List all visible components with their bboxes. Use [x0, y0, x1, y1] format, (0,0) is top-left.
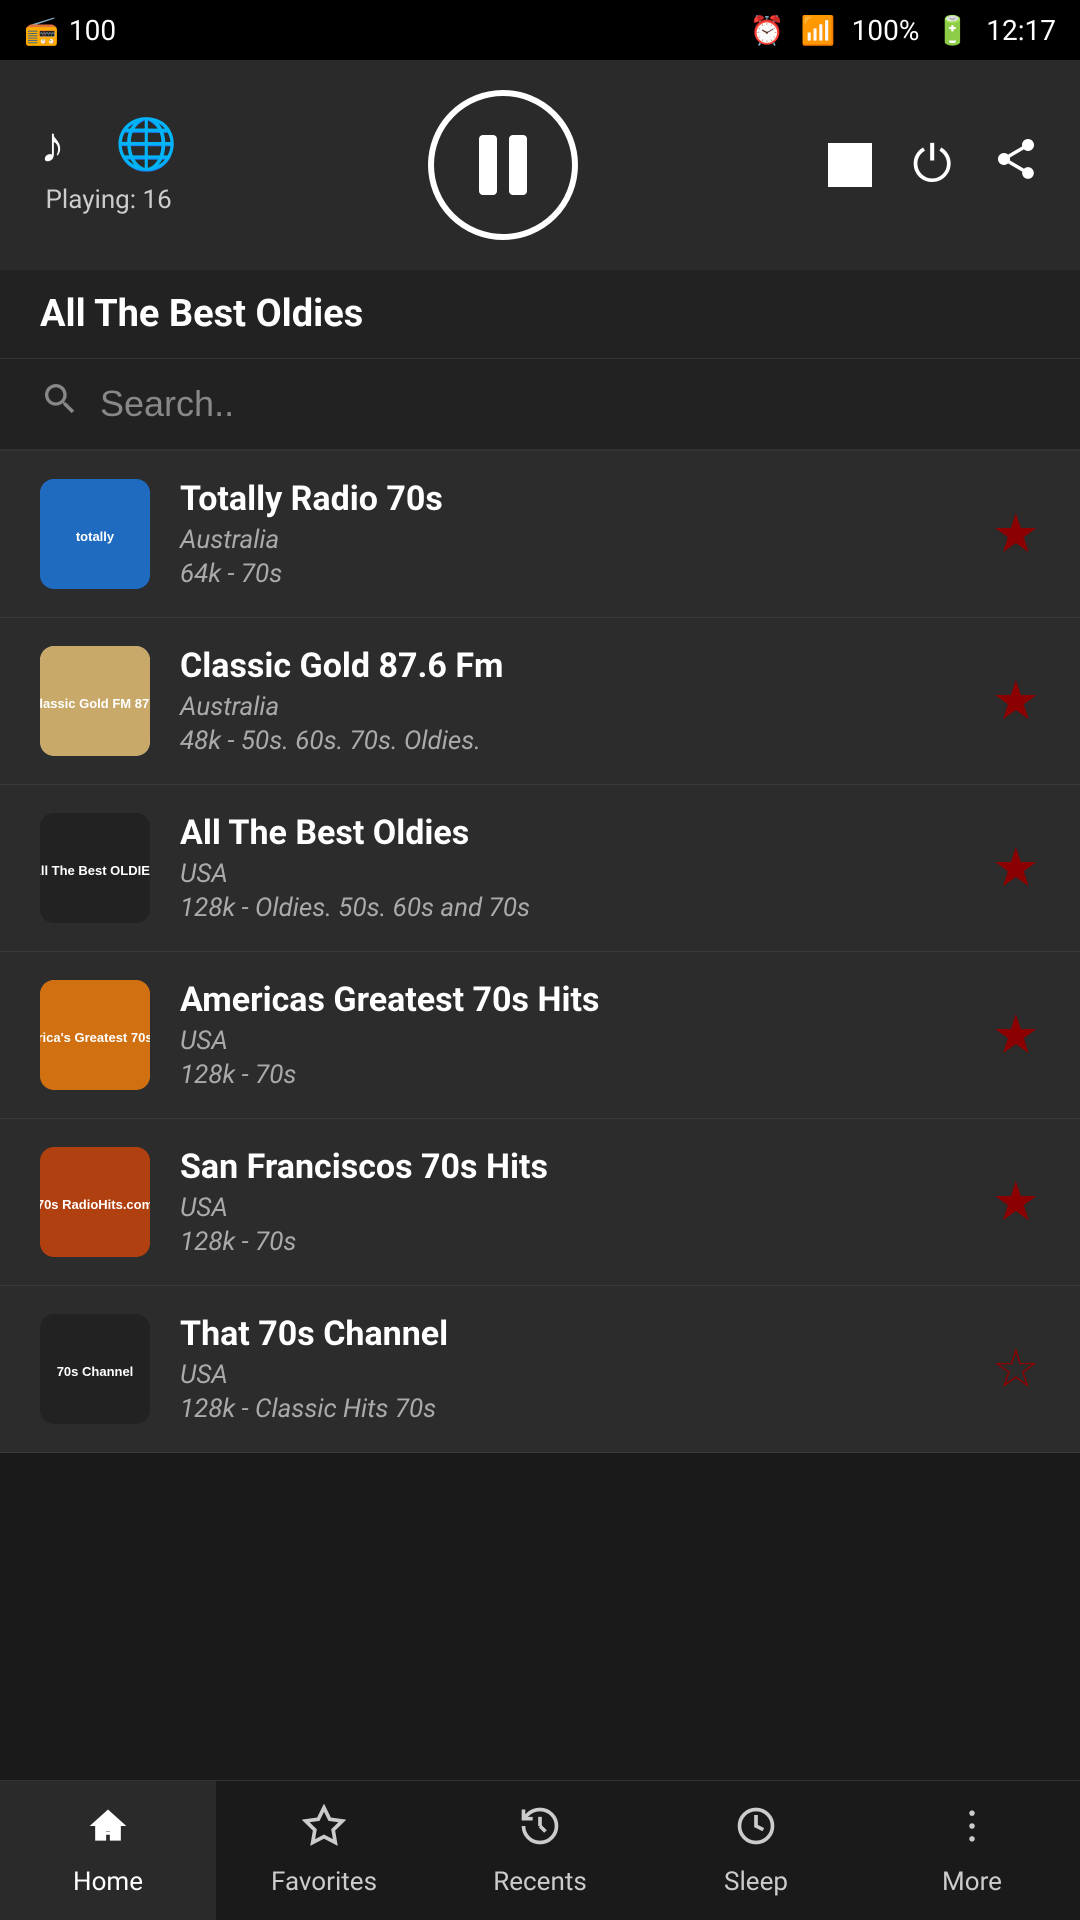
station-name: San Franciscos 70s Hits — [180, 1147, 962, 1187]
home-nav-icon — [86, 1804, 130, 1859]
station-info: San Franciscos 70s Hits USA 128k - 70s — [180, 1147, 962, 1257]
station-item[interactable]: 70s Channel That 70s Channel USA 128k - … — [0, 1286, 1080, 1453]
recents-nav-label: Recents — [493, 1867, 587, 1897]
station-bitrate: 128k - Classic Hits 70s — [180, 1394, 962, 1424]
alarm-icon: ⏰ — [750, 14, 785, 47]
favorite-star[interactable]: ☆ — [992, 1337, 1040, 1401]
station-item[interactable]: Classic Gold FM 87.6 Classic Gold 87.6 F… — [0, 618, 1080, 785]
svg-text:70s Channel: 70s Channel — [57, 1364, 134, 1379]
nav-item-more[interactable]: More — [864, 1781, 1080, 1920]
station-country: Australia — [180, 692, 962, 722]
pause-button[interactable] — [428, 90, 578, 240]
player-header: ♪ 🌐 Playing: 16 ⏻ — [0, 60, 1080, 270]
playing-label: Playing: 16 — [46, 185, 172, 215]
search-input[interactable] — [100, 383, 1040, 425]
station-item[interactable]: totally Totally Radio 70s Australia 64k … — [0, 451, 1080, 618]
home-nav-label: Home — [73, 1867, 143, 1897]
station-country: USA — [180, 859, 962, 889]
station-info: Classic Gold 87.6 Fm Australia 48k - 50s… — [180, 646, 962, 756]
station-info: That 70s Channel USA 128k - Classic Hits… — [180, 1314, 962, 1424]
station-logo: totally — [40, 479, 150, 589]
station-logo: America's Greatest 70s Hits — [40, 980, 150, 1090]
station-name: Totally Radio 70s — [180, 479, 962, 519]
favorite-star[interactable]: ★ — [992, 836, 1040, 900]
svg-text:totally: totally — [76, 529, 115, 544]
nav-item-recents[interactable]: Recents — [432, 1781, 648, 1920]
favorite-star[interactable]: ★ — [992, 1003, 1040, 1067]
favorite-star[interactable]: ★ — [992, 1170, 1040, 1234]
station-name: All The Best Oldies — [180, 813, 962, 853]
station-logo: All The Best OLDIES — [40, 813, 150, 923]
bottom-spacer — [0, 1453, 1080, 1603]
station-bitrate: 128k - 70s — [180, 1060, 962, 1090]
station-country: USA — [180, 1026, 962, 1056]
nav-item-sleep[interactable]: Sleep — [648, 1781, 864, 1920]
music-note-icon[interactable]: ♪ — [40, 116, 65, 175]
favorite-star[interactable]: ★ — [992, 502, 1040, 566]
station-logo: 70s RadioHits.com — [40, 1147, 150, 1257]
signal-info: 100 — [69, 14, 116, 47]
more-nav-label: More — [942, 1867, 1002, 1897]
svg-text:All The Best OLDIES: All The Best OLDIES — [40, 863, 150, 878]
power-icon[interactable]: ⏻ — [912, 136, 952, 194]
stop-icon — [828, 143, 872, 187]
station-bitrate: 48k - 50s. 60s. 70s. Oldies. — [180, 726, 962, 756]
station-info: All The Best Oldies USA 128k - Oldies. 5… — [180, 813, 962, 923]
station-info: Americas Greatest 70s Hits USA 128k - 70… — [180, 980, 962, 1090]
station-logo: Classic Gold FM 87.6 — [40, 646, 150, 756]
svg-text:America's Greatest 70s Hits: America's Greatest 70s Hits — [40, 1030, 150, 1045]
share-icon[interactable] — [992, 135, 1040, 196]
player-right: ⏻ — [828, 135, 1040, 196]
station-item[interactable]: All The Best OLDIES All The Best Oldies … — [0, 785, 1080, 952]
globe-icon[interactable]: 🌐 — [115, 116, 177, 174]
station-bitrate: 128k - 70s — [180, 1227, 962, 1257]
wifi-icon: 📶 — [801, 14, 836, 47]
nav-item-home[interactable]: Home — [0, 1781, 216, 1920]
station-name: That 70s Channel — [180, 1314, 962, 1354]
player-icons-left: ♪ 🌐 — [40, 116, 177, 175]
bottom-nav: Home Favorites Recents Sleep More — [0, 1780, 1080, 1920]
status-bar: 📻 100 ⏰ 📶 100% 🔋 12:17 — [0, 0, 1080, 60]
sleep-nav-label: Sleep — [724, 1867, 788, 1897]
battery-label: 100% — [852, 14, 920, 47]
battery-icon: 🔋 — [935, 14, 970, 47]
station-bitrate: 128k - Oldies. 50s. 60s and 70s — [180, 893, 962, 923]
nav-item-favorites[interactable]: Favorites — [216, 1781, 432, 1920]
favorites-nav-icon — [302, 1804, 346, 1859]
more-nav-icon — [950, 1804, 994, 1859]
svg-text:Classic Gold FM 87.6: Classic Gold FM 87.6 — [40, 696, 150, 711]
sleep-nav-icon — [734, 1804, 778, 1859]
station-name: Americas Greatest 70s Hits — [180, 980, 962, 1020]
station-info: Totally Radio 70s Australia 64k - 70s — [180, 479, 962, 589]
now-playing-title: All The Best Oldies — [0, 270, 1080, 359]
stop-button[interactable] — [828, 143, 872, 187]
station-list: totally Totally Radio 70s Australia 64k … — [0, 451, 1080, 1453]
pause-bar-left — [479, 135, 497, 195]
search-icon — [40, 379, 80, 429]
clock-time: 12:17 — [986, 14, 1056, 47]
player-left: ♪ 🌐 Playing: 16 — [40, 116, 177, 215]
station-bitrate: 64k - 70s — [180, 559, 962, 589]
station-item[interactable]: 70s RadioHits.com San Franciscos 70s Hit… — [0, 1119, 1080, 1286]
app-icon: 📻 — [24, 14, 59, 47]
favorite-star[interactable]: ★ — [992, 669, 1040, 733]
recents-nav-icon — [518, 1804, 562, 1859]
station-name: Classic Gold 87.6 Fm — [180, 646, 962, 686]
pause-icon — [479, 135, 527, 195]
station-logo: 70s Channel — [40, 1314, 150, 1424]
station-item[interactable]: America's Greatest 70s Hits Americas Gre… — [0, 952, 1080, 1119]
station-country: USA — [180, 1193, 962, 1223]
pause-bar-right — [509, 135, 527, 195]
search-bar[interactable] — [0, 359, 1080, 451]
status-right: ⏰ 📶 100% 🔋 12:17 — [750, 14, 1056, 47]
svg-text:70s RadioHits.com: 70s RadioHits.com — [40, 1197, 150, 1212]
favorites-nav-label: Favorites — [271, 1867, 377, 1897]
station-country: Australia — [180, 525, 962, 555]
station-country: USA — [180, 1360, 962, 1390]
status-left: 📻 100 — [24, 14, 116, 47]
